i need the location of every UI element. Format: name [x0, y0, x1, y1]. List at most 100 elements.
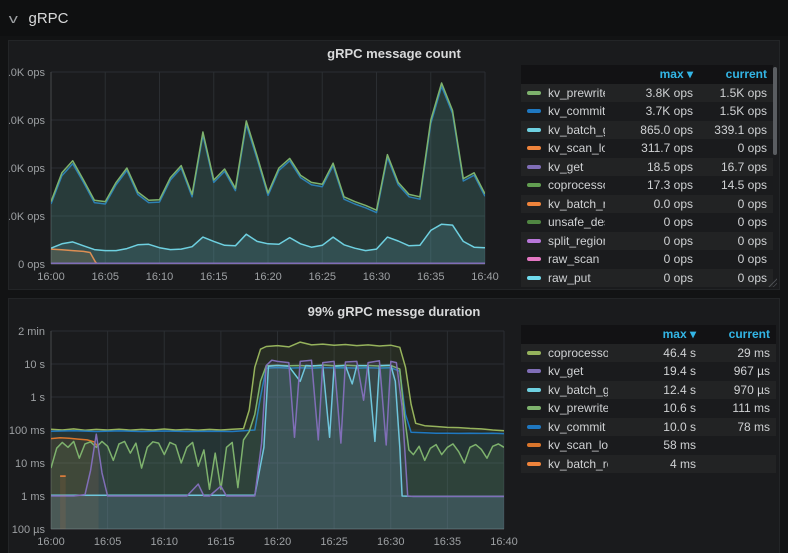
legend-current-value: 1.5K ops [693, 84, 773, 103]
legend-series-name[interactable]: kv_prewrite [548, 84, 605, 103]
legend-row: kv_prewrite10.6 s111 ms [521, 399, 776, 418]
y-axis-tick-label: 2 min [18, 326, 45, 338]
legend-series-name[interactable]: unsafe_destroy_range [548, 213, 605, 232]
legend-series-name[interactable]: kv_batch_get [548, 381, 608, 400]
legend-series-name[interactable]: kv_batch_rollback [548, 195, 605, 214]
legend-max-value: 19.4 s [608, 362, 696, 381]
legend-max-value: 10.6 s [608, 399, 696, 418]
legend-max-value: 311.7 ops [605, 139, 693, 158]
y-axis-tick-label: 1 ms [21, 491, 45, 503]
legend-series-name[interactable]: raw_scan [548, 250, 605, 269]
legend-series-name[interactable]: kv_commit [548, 102, 605, 121]
legend-series-name[interactable]: coprocessor [548, 344, 608, 363]
y-axis-tick-label: 2.0K ops [9, 163, 45, 175]
legend-current-value: 0 ops [693, 195, 773, 214]
series-color-swatch[interactable] [527, 239, 541, 243]
legend-max-value: 46.4 s [608, 344, 696, 363]
legend-series-name[interactable]: raw_put [548, 269, 605, 288]
legend-row: kv_commit3.7K ops1.5K ops [521, 102, 773, 121]
legend-max-value: 10.0 s [608, 418, 696, 437]
legend-series-name[interactable]: kv_scan_lock [548, 139, 605, 158]
series-color-swatch[interactable] [527, 165, 541, 169]
series-color-swatch[interactable] [527, 202, 541, 206]
legend-header-row: max ▾current [521, 65, 773, 84]
legend-current-value: 14.5 ops [693, 176, 773, 195]
legend-max-value: 0 ops [605, 213, 693, 232]
x-axis-tick-label: 16:40 [471, 271, 499, 283]
legend-row: kv_batch_rollback0.0 ops0 ops [521, 195, 773, 214]
legend-max-value: 12.4 s [608, 381, 696, 400]
y-axis-tick-label: 3.0K ops [9, 115, 45, 127]
legend-current-value: 339.1 ops [693, 121, 773, 140]
legend-series-name[interactable]: kv_batch_get [548, 121, 605, 140]
legend-current-value: 0 ops [693, 269, 773, 288]
y-axis-tick-label: 1 s [30, 392, 45, 404]
legend-row: kv_batch_get12.4 s970 µs [521, 381, 776, 400]
legend-series-name[interactable]: kv_get [548, 158, 605, 177]
legend-series-name[interactable]: kv_batch_rollback [548, 455, 608, 474]
series-color-swatch[interactable] [527, 369, 541, 373]
x-axis-tick-label: 16:25 [308, 271, 336, 283]
legend-series-name[interactable]: kv_prewrite [548, 399, 608, 418]
series-color-swatch[interactable] [527, 183, 541, 187]
series-color-swatch[interactable] [527, 128, 541, 132]
legend-current-value: 78 ms [696, 418, 776, 437]
legend-current-value: 1.5K ops [693, 102, 773, 121]
x-axis-tick-label: 16:20 [254, 271, 282, 283]
legend-max-value: 3.8K ops [605, 84, 693, 103]
legend-max-value: 17.3 ops [605, 176, 693, 195]
y-axis-tick-label: 0 ops [18, 259, 45, 271]
legend-max-value: 18.5 ops [605, 158, 693, 177]
legend-header-max[interactable]: max ▾ [605, 65, 693, 84]
legend-row: coprocessor46.4 s29 ms [521, 344, 776, 363]
series-color-swatch[interactable] [527, 91, 541, 95]
y-axis-tick-label: 100 µs [12, 524, 46, 536]
legend-max-value: 865.0 ops [605, 121, 693, 140]
grafana-dashboard: v gRPC gRPC message count 4.0K ops3.0K o… [0, 0, 788, 553]
legend-row: kv_batch_rollback4 ms [521, 455, 776, 474]
series-color-swatch[interactable] [527, 388, 541, 392]
legend-current-value: 0 ops [693, 139, 773, 158]
series-color-swatch[interactable] [527, 220, 541, 224]
x-axis-tick-label: 16:30 [377, 536, 405, 548]
legend-series-name[interactable]: split_region [548, 232, 605, 251]
x-axis-tick-label: 16:40 [490, 536, 518, 548]
series-color-swatch[interactable] [527, 462, 541, 466]
legend-row: kv_commit10.0 s78 ms [521, 418, 776, 437]
legend-header-current[interactable]: current [693, 65, 773, 84]
x-axis-tick-label: 16:00 [37, 271, 65, 283]
legend-header-row: max ▾current [521, 325, 776, 344]
series-color-swatch[interactable] [527, 146, 541, 150]
legend-row: kv_get18.5 ops16.7 ops [521, 158, 773, 177]
legend-series-name[interactable]: kv_commit [548, 418, 608, 437]
legend-row: raw_put0 ops0 ops [521, 269, 773, 288]
series-color-swatch[interactable] [527, 406, 541, 410]
legend-header-current[interactable]: current [696, 325, 776, 344]
x-axis-tick-label: 16:20 [264, 536, 292, 548]
series-color-swatch[interactable] [527, 425, 541, 429]
x-axis-tick-label: 16:15 [207, 536, 235, 548]
row-title[interactable]: gRPC [29, 10, 69, 27]
legend-current-value: 16.7 ops [693, 158, 773, 177]
legend-series-name[interactable]: kv_scan_lock [548, 436, 608, 455]
series-color-swatch[interactable] [527, 443, 541, 447]
dashboard-row-header[interactable]: v gRPC [0, 0, 788, 36]
legend-row: split_region0 ops0 ops [521, 232, 773, 251]
series-color-swatch[interactable] [527, 109, 541, 113]
spacer [527, 72, 541, 76]
series-color-swatch[interactable] [527, 276, 541, 280]
legend-series-name[interactable]: coprocessor [548, 176, 605, 195]
legend-table: max ▾currentkv_prewrite3.8K ops1.5K opsk… [521, 65, 773, 287]
legend-row: kv_scan_lock58 ms [521, 436, 776, 455]
x-axis-tick-label: 16:05 [91, 271, 119, 283]
legend-max-value: 0 ops [605, 232, 693, 251]
y-axis-tick-label: 10 s [24, 359, 45, 371]
y-axis-tick-label: 1.0K ops [9, 211, 45, 223]
chevron-down-icon[interactable]: v [9, 11, 18, 26]
legend-max-value: 58 ms [608, 436, 696, 455]
series-color-swatch[interactable] [527, 351, 541, 355]
legend-series-name[interactable]: kv_get [548, 362, 608, 381]
series-color-swatch[interactable] [527, 257, 541, 261]
legend-scrollbar[interactable] [773, 67, 777, 155]
legend-header-max[interactable]: max ▾ [608, 325, 696, 344]
